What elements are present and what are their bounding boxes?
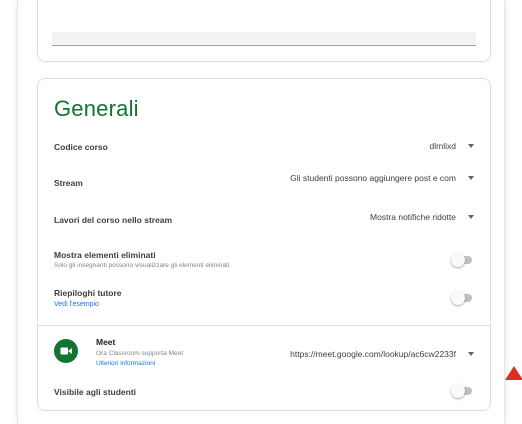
classwork-stream-label: Lavori del corso nello stream <box>54 215 173 225</box>
toggle-thumb <box>451 253 465 267</box>
general-settings-card: Generali Codice corso dlmlixd Stream Gli… <box>37 78 491 411</box>
section-title: Generali <box>54 96 139 121</box>
stream-value: Gli studenti possono aggiungere post e c… <box>290 173 456 183</box>
meet-link-dropdown[interactable]: https://meet.google.com/lookup/ac6cw2233… <box>290 349 474 359</box>
caret-down-icon <box>468 176 474 180</box>
class-code-label: Codice corso <box>54 142 108 152</box>
video-camera-icon <box>54 339 78 363</box>
meet-url: https://meet.google.com/lookup/ac6cw2233… <box>290 349 456 359</box>
toggle-thumb <box>451 384 465 398</box>
visible-to-students-toggle[interactable] <box>451 384 473 398</box>
caret-down-icon <box>468 352 474 356</box>
show-deleted-description: Solo gli insegnanti possono visualizzare… <box>54 262 232 269</box>
guardian-summaries-example-link[interactable]: Vedi l'esempio <box>54 301 99 308</box>
guardian-summaries-toggle[interactable] <box>451 291 473 305</box>
class-code-value: dlmlixd <box>429 141 456 151</box>
toggle-thumb <box>451 291 465 305</box>
guardian-summaries-label: Riepiloghi tutore <box>54 288 122 298</box>
meet-label: Meet <box>96 337 116 347</box>
meet-description: Ora Classroom supporta Meet <box>96 350 184 357</box>
caret-down-icon <box>468 215 474 219</box>
show-deleted-label: Mostra elementi eliminati <box>54 250 156 260</box>
stream-dropdown[interactable]: Gli studenti possono aggiungere post e c… <box>290 173 474 183</box>
previous-section-card <box>37 0 491 62</box>
caret-down-icon <box>468 144 474 148</box>
classwork-stream-dropdown[interactable]: Mostra notifiche ridotte <box>370 212 474 222</box>
classwork-stream-value: Mostra notifiche ridotte <box>370 212 456 222</box>
text-field[interactable] <box>52 32 476 46</box>
meet-learn-more-link[interactable]: Ulteriori informazioni <box>96 360 155 367</box>
divider <box>38 325 490 326</box>
stream-label: Stream <box>54 178 83 188</box>
show-deleted-toggle[interactable] <box>451 253 473 267</box>
class-code-dropdown[interactable]: dlmlixd <box>430 141 474 151</box>
visible-to-students-label: Visibile agli studenti <box>54 387 137 397</box>
red-arrow-icon <box>505 366 522 380</box>
